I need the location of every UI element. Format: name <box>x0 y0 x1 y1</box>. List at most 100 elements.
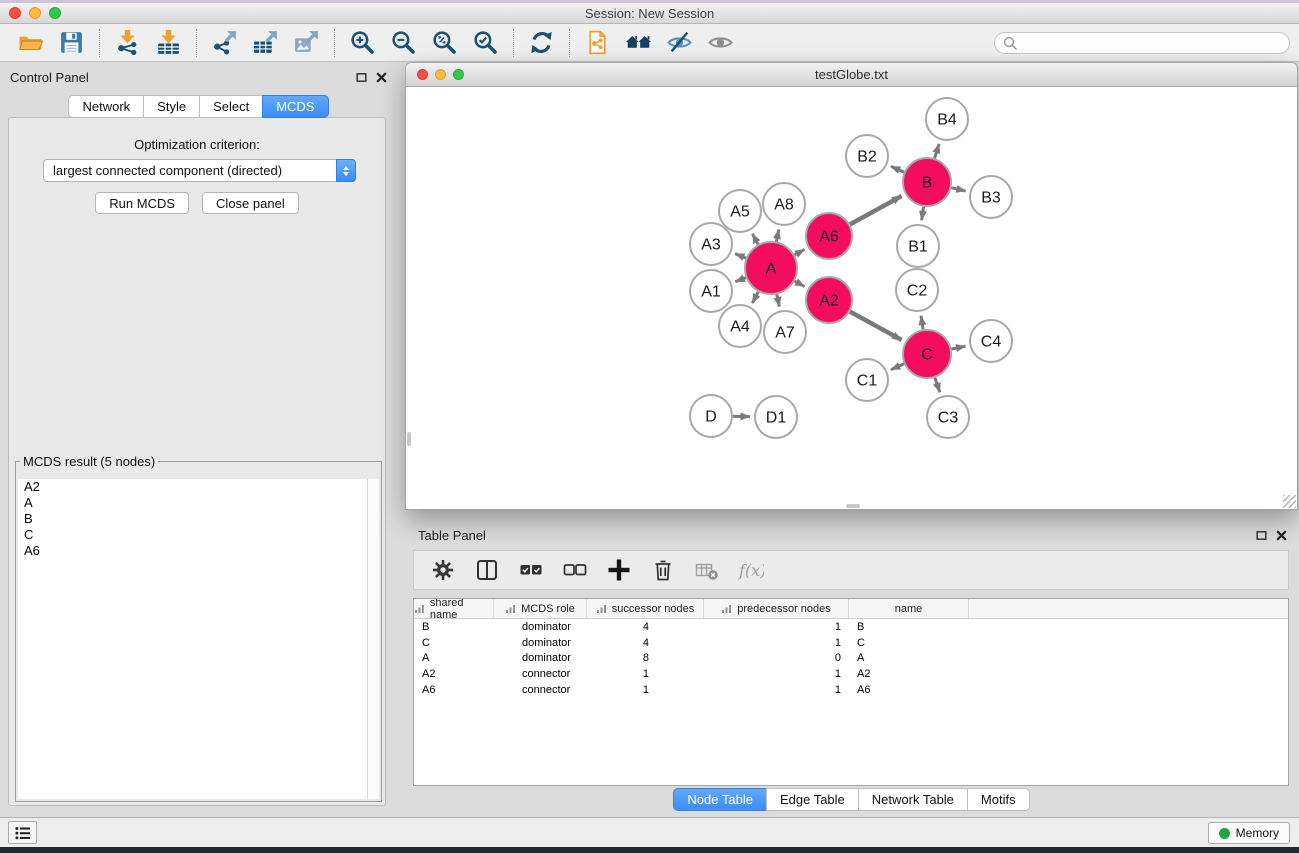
graph-node-D[interactable]: D <box>690 395 732 437</box>
column-header-shared-name[interactable]: shared name <box>414 599 494 618</box>
maximize-network-window-button[interactable] <box>453 69 464 80</box>
export-table-button[interactable] <box>245 26 286 60</box>
graph-edge-A-A1[interactable] <box>735 278 746 282</box>
tab-mcds[interactable]: MCDS <box>262 95 328 118</box>
table-row-a6[interactable]: A6connector11A6 <box>414 682 1288 698</box>
zoom-in-button[interactable] <box>342 26 383 60</box>
graph-node-B4[interactable]: B4 <box>926 98 968 140</box>
zoom-selected-button[interactable] <box>465 26 506 60</box>
close-panel-icon[interactable] <box>376 72 387 83</box>
zoom-out-button[interactable] <box>383 26 424 60</box>
home-view-button[interactable] <box>618 26 659 60</box>
tab-edge-table[interactable]: Edge Table <box>766 788 859 811</box>
tab-network[interactable]: Network <box>68 95 144 118</box>
save-session-button[interactable] <box>51 26 92 60</box>
graph-edge-C-C2[interactable] <box>921 316 923 330</box>
refresh-view-button[interactable] <box>521 26 562 60</box>
table-row-a2[interactable]: A2connector11A2 <box>414 666 1288 682</box>
select-all-button[interactable] <box>517 557 544 584</box>
graph-node-A7[interactable]: A7 <box>764 311 806 353</box>
column-header-name[interactable]: name <box>849 599 969 618</box>
graph-edge-A-A6[interactable] <box>795 250 805 256</box>
search-input[interactable] <box>1022 36 1281 50</box>
export-network-button[interactable] <box>204 26 245 60</box>
graph-node-A1[interactable]: A1 <box>690 270 732 312</box>
graph-node-B1[interactable]: B1 <box>897 225 939 267</box>
graph-node-A2[interactable]: A2 <box>806 277 852 323</box>
vertical-scrollbar-thumb[interactable] <box>407 432 411 446</box>
task-history-button[interactable] <box>8 821 37 844</box>
deselect-all-button[interactable] <box>561 557 588 584</box>
optimization-criterion-select[interactable]: largest connected component (directed) <box>43 159 356 182</box>
export-image-button[interactable] <box>286 26 327 60</box>
search-box[interactable] <box>994 32 1290 54</box>
import-table-button[interactable] <box>148 26 189 60</box>
float-table-panel-icon[interactable] <box>1256 530 1267 541</box>
tab-motifs[interactable]: Motifs <box>967 788 1030 811</box>
tab-network-table[interactable]: Network Table <box>858 788 968 811</box>
mcds-result-item[interactable]: B <box>18 511 379 527</box>
delete-columns-button[interactable] <box>649 557 676 584</box>
graph-edge-A-A2[interactable] <box>795 281 805 287</box>
table-row-c[interactable]: Cdominator41C <box>414 635 1288 651</box>
graph-edge-A6-B[interactable] <box>850 196 902 224</box>
tab-select[interactable]: Select <box>199 95 263 118</box>
graph-node-C3[interactable]: C3 <box>927 396 969 438</box>
close-window-button[interactable] <box>9 7 21 19</box>
graph-node-A3[interactable]: A3 <box>690 223 732 265</box>
show-columns-button[interactable] <box>473 557 500 584</box>
close-panel-button[interactable]: Close panel <box>202 192 299 214</box>
network-canvas[interactable]: AA6A2BCA1A3A4A5A7A8B1B2B3B4C1C2C3C4DD1 <box>405 87 1298 510</box>
close-network-window-button[interactable] <box>417 69 428 80</box>
graph-node-D1[interactable]: D1 <box>755 396 797 438</box>
open-file-button[interactable] <box>10 26 51 60</box>
tab-style[interactable]: Style <box>143 95 200 118</box>
graph-node-C1[interactable]: C1 <box>846 359 888 401</box>
new-network-from-selection-button[interactable] <box>577 26 618 60</box>
graph-node-A4[interactable]: A4 <box>719 305 761 347</box>
minimize-window-button[interactable] <box>29 7 41 19</box>
graph-node-C4[interactable]: C4 <box>970 320 1012 362</box>
graph-node-B[interactable]: B <box>903 158 951 206</box>
float-panel-icon[interactable] <box>356 72 367 83</box>
graph-edge-B-B2[interactable] <box>891 166 904 172</box>
graph-node-C[interactable]: C <box>903 330 951 378</box>
run-mcds-button[interactable]: Run MCDS <box>95 192 189 214</box>
graph-edge-C-C4[interactable] <box>952 346 966 349</box>
graph-edge-A-A7[interactable] <box>777 294 780 306</box>
hide-graphics-details-button[interactable] <box>659 26 700 60</box>
graph-edge-A-A5[interactable] <box>752 234 758 245</box>
mcds-result-item[interactable]: A <box>18 495 379 511</box>
column-header-successor-nodes[interactable]: successor nodes <box>587 599 704 618</box>
table-mode-button[interactable] <box>429 557 456 584</box>
mcds-result-item[interactable]: A6 <box>18 543 379 559</box>
graph-node-A5[interactable]: A5 <box>719 190 761 232</box>
result-list-scrollbar[interactable] <box>367 479 379 799</box>
graph-edge-A2-C[interactable] <box>850 312 902 340</box>
column-header-predecessor-nodes[interactable]: predecessor nodes <box>704 599 849 618</box>
horizontal-scrollbar-thumb[interactable] <box>846 504 860 508</box>
mcds-result-item[interactable]: A2 <box>18 479 379 495</box>
minimize-network-window-button[interactable] <box>435 69 446 80</box>
tab-node-table[interactable]: Node Table <box>673 788 767 811</box>
close-table-panel-icon[interactable] <box>1276 530 1287 541</box>
table-row-b[interactable]: Bdominator41B <box>414 619 1288 635</box>
import-network-button[interactable] <box>107 26 148 60</box>
graph-edge-C-C3[interactable] <box>935 378 940 393</box>
show-graphics-details-button[interactable] <box>700 26 741 60</box>
create-column-button[interactable] <box>605 557 632 584</box>
resize-grip[interactable] <box>1283 495 1296 508</box>
graph-edge-C-C1[interactable] <box>891 364 904 370</box>
graph-node-B2[interactable]: B2 <box>846 135 888 177</box>
graph-edge-B-B3[interactable] <box>951 188 965 191</box>
graph-edge-A-A3[interactable] <box>735 254 746 258</box>
table-row-a[interactable]: Adominator80A <box>414 651 1288 667</box>
graph-edge-B-B4[interactable] <box>935 144 940 158</box>
graph-node-B3[interactable]: B3 <box>970 176 1012 218</box>
graph-node-A[interactable]: A <box>745 242 797 294</box>
graph-node-A6[interactable]: A6 <box>806 213 852 259</box>
column-header-mcds-role[interactable]: MCDS role <box>494 599 587 618</box>
graph-edge-A-A8[interactable] <box>776 230 778 242</box>
graph-node-C2[interactable]: C2 <box>896 269 938 311</box>
maximize-window-button[interactable] <box>49 7 61 19</box>
